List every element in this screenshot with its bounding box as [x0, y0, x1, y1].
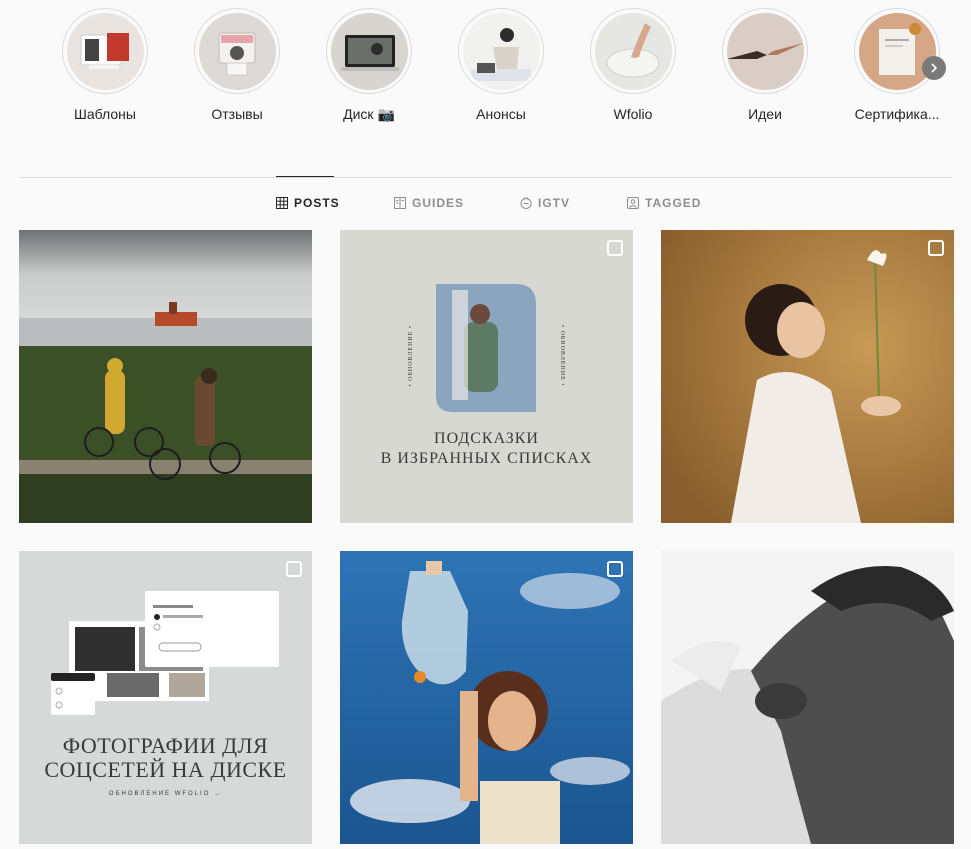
highlight-label: Сертифика...	[854, 106, 940, 122]
tab-guides[interactable]: GUIDES	[394, 196, 464, 210]
tab-label: POSTS	[294, 196, 340, 210]
highlight-label: Wfolio	[613, 106, 653, 122]
certificate-thumbnail-icon	[858, 12, 936, 90]
post-image	[661, 551, 954, 844]
post-tile[interactable]	[661, 230, 954, 523]
highlight-label: Шаблоны	[74, 106, 136, 122]
chevron-right-icon[interactable]	[922, 56, 946, 80]
template-thumbnail-icon	[66, 12, 144, 90]
post-tile[interactable]: ФОТОГРАФИИ ДЛЯ СОЦСЕТЕЙ НА ДИСКЕ ОБНОВЛЕ…	[19, 551, 312, 844]
tag-icon	[627, 197, 639, 209]
tab-posts[interactable]: POSTS	[276, 196, 340, 210]
post-tile[interactable]: • ОБНОВЛЕНИЕ • • ОБНОВЛЕНИЕ • ПОДСКАЗКИ …	[340, 230, 633, 523]
post-title-line: СОЦСЕТЕЙ НА ДИСКЕ	[44, 757, 287, 782]
tab-divider	[19, 177, 953, 178]
highlight-label: Отзывы	[211, 106, 263, 122]
tab-igtv[interactable]: IGTV	[520, 196, 570, 210]
workspace-thumbnail-icon	[462, 12, 540, 90]
highlight-item[interactable]: Шаблоны	[45, 8, 165, 122]
carousel-icon	[928, 240, 944, 256]
tab-label: IGTV	[538, 196, 571, 210]
highlight-ring	[590, 8, 676, 94]
highlight-item[interactable]: Идеи	[705, 8, 825, 122]
laptop-thumbnail-icon	[330, 12, 408, 90]
camera-thumbnail-icon	[198, 12, 276, 90]
post-image	[19, 230, 312, 523]
highlight-ring	[854, 8, 940, 94]
highlight-item[interactable]: Отзывы	[177, 8, 297, 122]
handshake-thumbnail-icon	[726, 12, 804, 90]
post-footer-text: ОБНОВЛЕНИЕ WFOLIO →	[108, 791, 223, 797]
profile-tabs: POSTS GUIDES IGTV TAGGED	[0, 196, 971, 214]
hand-thumbnail-icon	[594, 12, 672, 90]
tab-label: TAGGED	[645, 196, 702, 210]
highlight-ring	[194, 8, 280, 94]
grid-icon	[276, 197, 288, 209]
tab-tagged[interactable]: TAGGED	[627, 196, 701, 210]
highlight-ring	[62, 8, 148, 94]
post-image	[661, 230, 954, 523]
profile-page: Шаблоны Отзывы Диск 📷 Анонсы Wfolio Идеи…	[0, 0, 971, 849]
post-tile[interactable]	[661, 551, 954, 844]
post-title-line: ФОТОГРАФИИ ДЛЯ	[62, 733, 269, 758]
post-title-line: ПОДСКАЗКИ	[434, 430, 539, 447]
carousel-icon	[607, 561, 623, 577]
post-side-label: • ОБНОВЛЕНИЕ •	[408, 325, 414, 387]
post-tile[interactable]	[19, 230, 312, 523]
post-image	[436, 284, 536, 412]
highlight-label: Идеи	[748, 106, 782, 122]
active-tab-indicator	[276, 176, 334, 177]
highlight-item[interactable]: Анонсы	[441, 8, 561, 122]
post-image	[51, 591, 279, 715]
post-image	[340, 551, 633, 844]
story-highlights: Шаблоны Отзывы Диск 📷 Анонсы Wfolio Идеи…	[40, 8, 960, 133]
carousel-icon	[286, 561, 302, 577]
highlight-label: Анонсы	[476, 106, 526, 122]
highlight-ring	[458, 8, 544, 94]
carousel-icon	[607, 240, 623, 256]
highlight-item[interactable]: Диск 📷	[309, 8, 429, 123]
book-icon	[394, 197, 406, 209]
post-side-label: • ОБНОВЛЕНИЕ •	[559, 325, 565, 387]
igtv-icon	[520, 197, 532, 209]
highlight-label: Диск 📷	[343, 106, 395, 122]
highlight-item[interactable]: Wfolio	[573, 8, 693, 122]
highlight-ring	[326, 8, 412, 94]
tab-label: GUIDES	[412, 196, 465, 210]
post-tile[interactable]	[340, 551, 633, 844]
highlight-ring	[722, 8, 808, 94]
post-title-line: В ИЗБРАННЫХ СПИСКАХ	[380, 450, 593, 467]
